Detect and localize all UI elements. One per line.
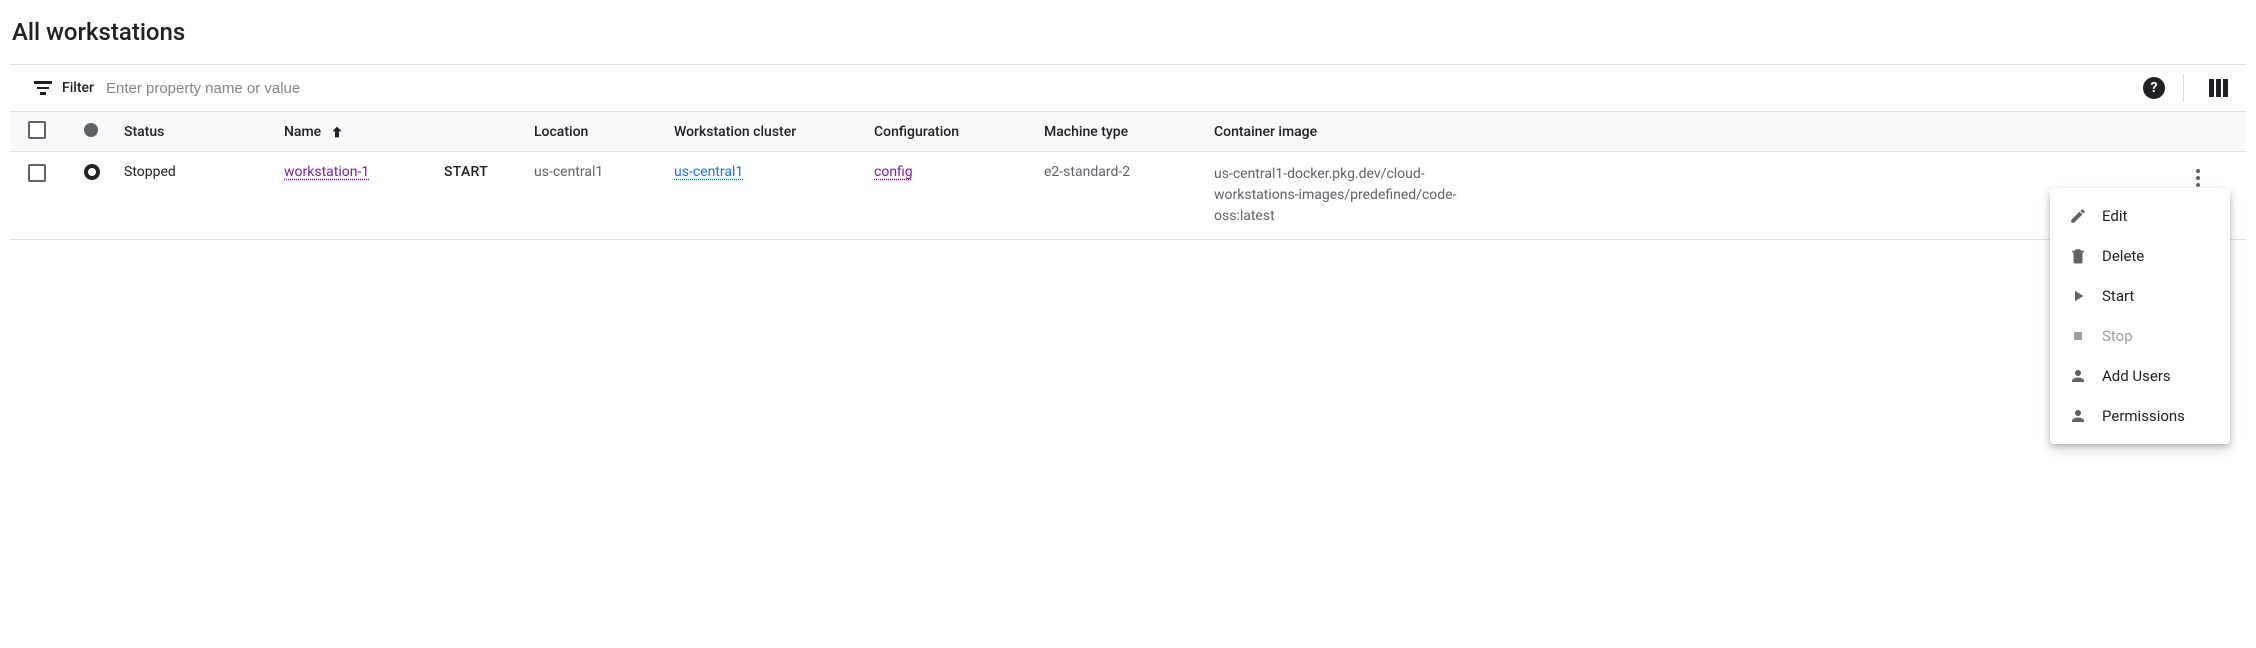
person-icon [2068,406,2088,426]
cell-container-image: us-central1-docker.pkg.dev/cloud-worksta… [1214,164,1474,227]
workstations-table: Status Name Location Workstation cluster… [10,112,2246,240]
column-status[interactable]: Status [124,124,284,140]
delete-icon [2068,246,2088,266]
menu-item-label: Stop [2102,327,2133,345]
menu-item-label: Edit [2102,207,2127,225]
stop-icon [2068,326,2088,346]
menu-item-label: Delete [2102,247,2144,265]
status-indicator-header-icon [84,123,98,137]
menu-item-add-users[interactable]: Add Users [2050,356,2230,396]
status-stopped-icon [84,164,100,180]
play-icon [2068,286,2088,306]
column-container-image[interactable]: Container image [1214,124,2186,140]
filter-input[interactable] [104,79,2143,98]
configuration-link[interactable]: config [874,164,913,180]
edit-icon [2068,206,2088,226]
menu-item-start[interactable]: Start [2050,276,2230,316]
column-cluster[interactable]: Workstation cluster [674,124,874,140]
menu-item-stop: Stop [2050,316,2230,356]
row-actions-menu: Edit Delete Start Stop Add Users [2050,188,2230,444]
menu-item-edit[interactable]: Edit [2050,196,2230,236]
menu-item-delete[interactable]: Delete [2050,236,2230,276]
cell-machine-type: e2-standard-2 [1044,164,1214,180]
table-header: Status Name Location Workstation cluster… [10,112,2246,152]
row-checkbox[interactable] [28,164,46,182]
column-name[interactable]: Name [284,124,444,140]
column-machine-type[interactable]: Machine type [1044,124,1214,140]
page-title: All workstations [12,18,2246,46]
column-name-label: Name [284,124,321,140]
menu-item-permissions[interactable]: Permissions [2050,396,2230,436]
menu-item-label: Start [2102,287,2134,305]
filter-bar: Filter ? [10,64,2246,112]
columns-icon[interactable] [2202,72,2234,104]
column-location[interactable]: Location [534,124,674,140]
cell-location: us-central1 [534,164,674,180]
person-icon [2068,366,2088,386]
table-row: Stopped workstation-1 START us-central1 … [10,152,2246,240]
row-actions-menu-button[interactable] [2186,166,2210,190]
cluster-link[interactable]: us-central1 [674,164,743,180]
help-icon[interactable]: ? [2143,77,2165,99]
column-configuration[interactable]: Configuration [874,124,1044,140]
select-all-checkbox[interactable] [28,121,46,139]
divider [2183,74,2184,102]
menu-item-label: Add Users [2102,367,2171,385]
filter-label: Filter [62,80,94,96]
filter-icon [34,81,52,95]
cell-status: Stopped [124,164,284,180]
menu-item-label: Permissions [2102,407,2185,425]
workstation-name-link[interactable]: workstation-1 [284,164,369,180]
sort-asc-icon [329,124,345,140]
start-button[interactable]: START [444,164,488,180]
